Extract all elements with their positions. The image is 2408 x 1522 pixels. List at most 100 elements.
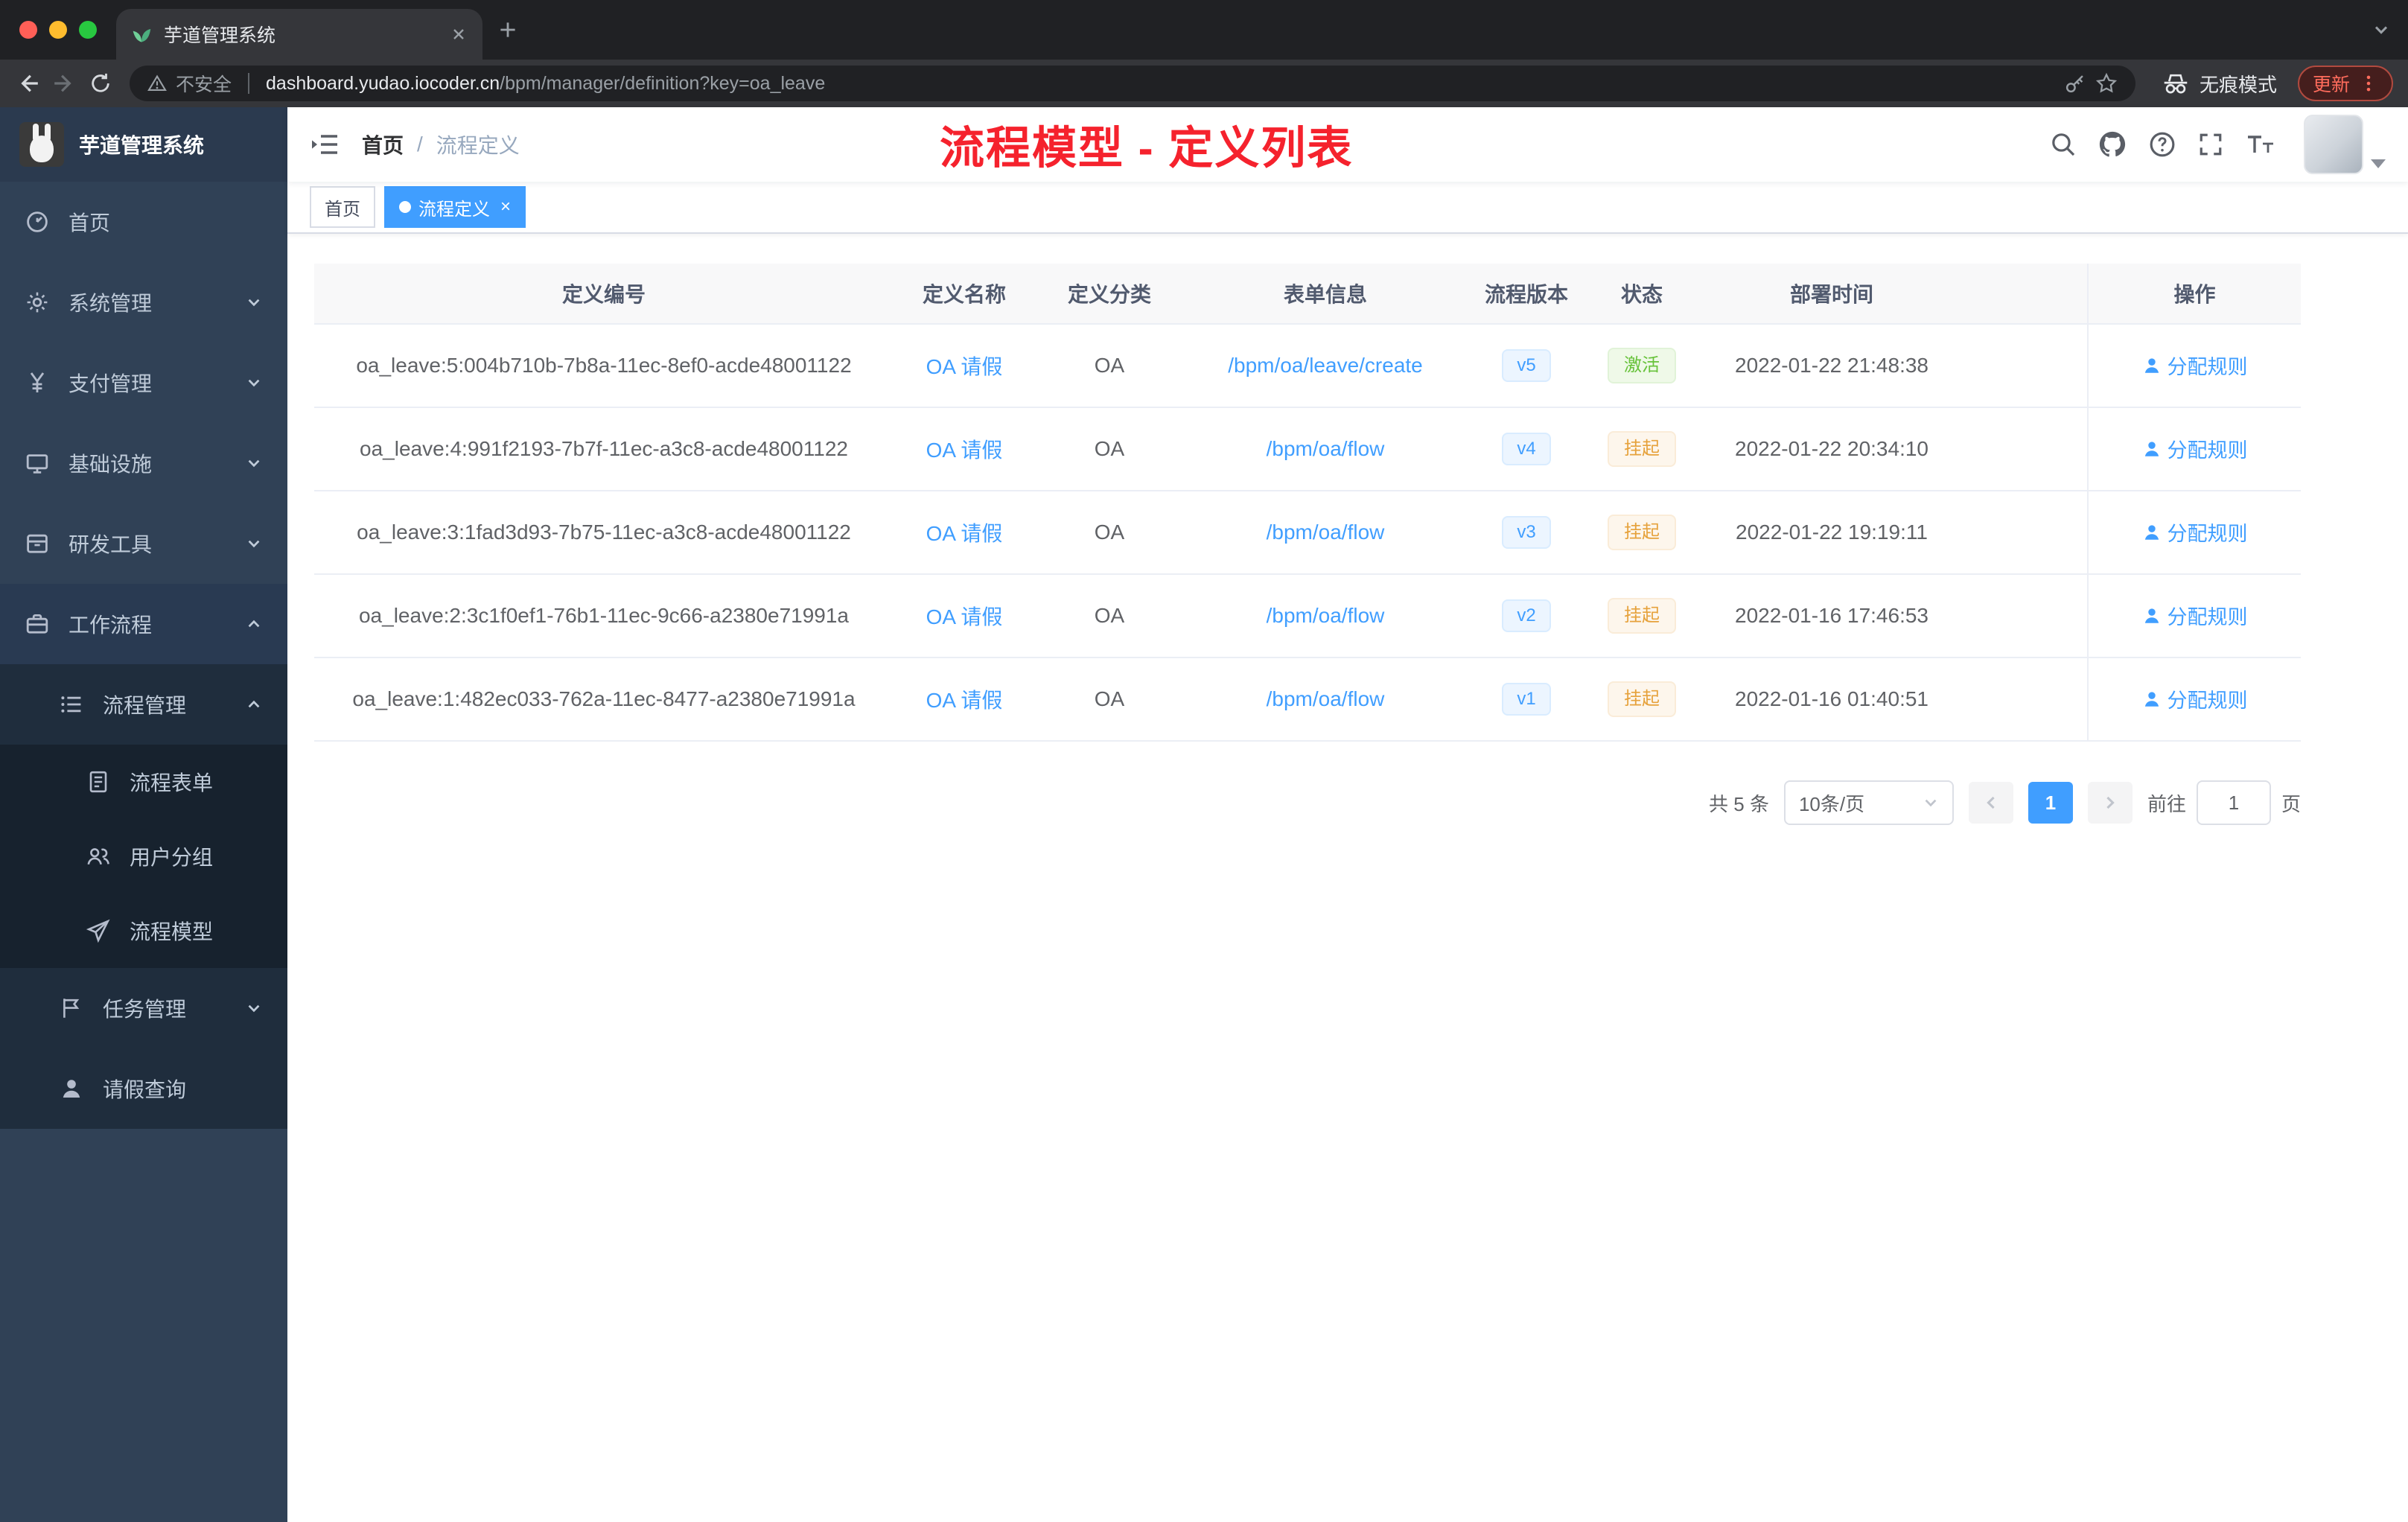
- sidebar-item-leave-query[interactable]: 请假查询: [0, 1048, 287, 1129]
- col-form-info: 表单信息: [1184, 264, 1467, 325]
- incognito-label: 无痕模式: [2199, 73, 2277, 96]
- process-management-submenu: 流程表单 用户分组 流程模型: [0, 745, 287, 968]
- definition-name-link[interactable]: OA 请假: [926, 522, 1003, 545]
- form-info-link[interactable]: /bpm/oa/flow: [1267, 687, 1385, 710]
- tag-home[interactable]: 首页: [310, 186, 375, 228]
- bookmark-star-icon[interactable]: [2095, 72, 2118, 95]
- chrome-update-button[interactable]: 更新: [2297, 66, 2393, 101]
- definition-id: oa_leave:1:482ec033-762a-11ec-8477-a2380…: [314, 657, 894, 742]
- prev-page-button[interactable]: [1968, 782, 2013, 824]
- tab-search-chevron-icon[interactable]: [2372, 21, 2390, 39]
- github-icon[interactable]: [2098, 130, 2127, 159]
- security-label: 不安全: [176, 74, 232, 95]
- definition-name-link[interactable]: OA 请假: [926, 355, 1003, 378]
- chevron-left-icon: [1987, 796, 1995, 809]
- col-deploy-time: 部署时间: [1698, 264, 1966, 325]
- version-badge: v4: [1502, 432, 1551, 466]
- sidebar-item-process-management[interactable]: 流程管理: [0, 664, 287, 745]
- sidebar-item-infrastructure[interactable]: 基础设施: [0, 423, 287, 503]
- url-host: dashboard.yudao.iocoder.cn: [266, 72, 500, 94]
- tag-process-definition[interactable]: 流程定义 ×: [384, 186, 526, 228]
- page-content: 定义编号 定义名称 定义分类 表单信息 流程版本 状态 部署时间 操作 oa_l…: [287, 234, 2408, 1522]
- sidebar-item-system[interactable]: 系统管理: [0, 262, 287, 343]
- sidebar-item-label: 请假查询: [103, 1078, 187, 1101]
- form-info-link[interactable]: /bpm/oa/flow: [1267, 604, 1385, 627]
- avatar[interactable]: [2304, 115, 2363, 174]
- version-badge: v2: [1502, 599, 1551, 633]
- tab-strip: 芋道管理系统: [0, 0, 2408, 60]
- sidebar-item-label: 任务管理: [103, 998, 187, 1021]
- font-size-icon[interactable]: [2246, 132, 2275, 157]
- zoom-window-button[interactable]: [79, 21, 97, 39]
- table-header-row: 定义编号 定义名称 定义分类 表单信息 流程版本 状态 部署时间 操作: [314, 264, 2301, 325]
- sidebar-item-user-group[interactable]: 用户分组: [0, 819, 287, 894]
- logo-avatar: [19, 122, 64, 167]
- app-title: 芋道管理系统: [79, 134, 205, 157]
- col-operation: 操作: [2087, 264, 2301, 325]
- url-divider: [248, 73, 250, 94]
- search-icon[interactable]: [2051, 132, 2076, 157]
- assign-rule-button[interactable]: 分配规则: [2142, 601, 2248, 630]
- assign-rule-button[interactable]: 分配规则: [2142, 518, 2248, 547]
- user-icon: [2144, 692, 2159, 707]
- address-bar[interactable]: 不安全 dashboard.yudao.iocoder.cn/bpm/manag…: [130, 66, 2135, 101]
- navbar-actions: [2051, 115, 2386, 174]
- browser-tab[interactable]: 芋道管理系统: [116, 9, 482, 60]
- close-window-button[interactable]: [19, 21, 37, 39]
- definition-category: OA: [1035, 574, 1184, 658]
- sidebar-item-task-management[interactable]: 任务管理: [0, 968, 287, 1048]
- fullscreen-icon[interactable]: [2198, 132, 2223, 157]
- sidebar-item-label: 流程表单: [130, 771, 214, 795]
- sidebar: 芋道管理系统 首页 系统管理 支付管理 基础设施 研发工具 工作流程 流程管理 …: [0, 107, 287, 1522]
- form-info-link[interactable]: /bpm/oa/flow: [1267, 520, 1385, 544]
- new-tab-button[interactable]: [497, 19, 518, 40]
- help-icon[interactable]: [2149, 131, 2176, 158]
- assign-rule-button[interactable]: 分配规则: [2142, 684, 2248, 713]
- not-secure-warning-icon[interactable]: [147, 74, 167, 93]
- chevron-down-icon: [248, 299, 260, 307]
- form-info-link[interactable]: /bpm/oa/flow: [1267, 437, 1385, 460]
- sidebar-item-payment[interactable]: 支付管理: [0, 343, 287, 423]
- tab-close-icon[interactable]: [450, 25, 468, 43]
- browser-menu-icon[interactable]: [2359, 74, 2378, 93]
- password-key-icon[interactable]: [2064, 72, 2086, 95]
- sidebar-item-process-form[interactable]: 流程表单: [0, 745, 287, 819]
- assign-rule-button[interactable]: 分配规则: [2142, 434, 2248, 463]
- tab-title: 芋道管理系统: [164, 25, 276, 46]
- definition-name-link[interactable]: OA 请假: [926, 689, 1003, 712]
- status-badge: 激活: [1608, 347, 1676, 384]
- chevron-down-icon: [1925, 799, 1937, 807]
- back-button[interactable]: [15, 71, 40, 96]
- reload-button[interactable]: [89, 72, 112, 95]
- page-size-select[interactable]: 10条/页: [1783, 780, 1954, 825]
- incognito-icon: [2164, 74, 2188, 94]
- definition-name-link[interactable]: OA 请假: [926, 439, 1003, 462]
- sidebar-toggle-icon[interactable]: [310, 130, 340, 159]
- minimize-window-button[interactable]: [49, 21, 67, 39]
- col-spacer: [1966, 264, 2088, 325]
- sidebar-item-devtools[interactable]: 研发工具: [0, 503, 287, 584]
- definition-name-link[interactable]: OA 请假: [926, 605, 1003, 628]
- toolbox-icon: [27, 534, 48, 553]
- sidebar-item-label: 用户分组: [130, 846, 214, 869]
- deploy-time: 2022-01-22 20:34:10: [1698, 407, 1966, 491]
- next-page-button[interactable]: [2087, 782, 2133, 824]
- sidebar-item-home[interactable]: 首页: [0, 182, 287, 262]
- sidebar-menu: 首页 系统管理 支付管理 基础设施 研发工具 工作流程 流程管理 流程表单 用户…: [0, 182, 287, 1522]
- breadcrumb-home[interactable]: 首页: [362, 130, 404, 159]
- sidebar-item-workflow[interactable]: 工作流程: [0, 584, 287, 664]
- tag-close-icon[interactable]: ×: [500, 197, 511, 217]
- goto-page-input[interactable]: [2196, 780, 2271, 825]
- pagination-total: 共 5 条: [1709, 792, 1769, 815]
- user-icon: [63, 1080, 80, 1098]
- form-info-link[interactable]: /bpm/oa/leave/create: [1228, 354, 1423, 377]
- spacer-cell: [1966, 407, 2088, 491]
- traffic-lights: [0, 21, 116, 39]
- forward-button[interactable]: [52, 71, 77, 96]
- page-number-button[interactable]: 1: [2028, 782, 2073, 824]
- col-definition-id: 定义编号: [314, 264, 894, 325]
- sidebar-logo[interactable]: 芋道管理系统: [0, 107, 287, 182]
- assign-rule-button[interactable]: 分配规则: [2142, 351, 2248, 380]
- user-menu[interactable]: [2304, 115, 2386, 174]
- sidebar-item-process-model[interactable]: 流程模型: [0, 894, 287, 968]
